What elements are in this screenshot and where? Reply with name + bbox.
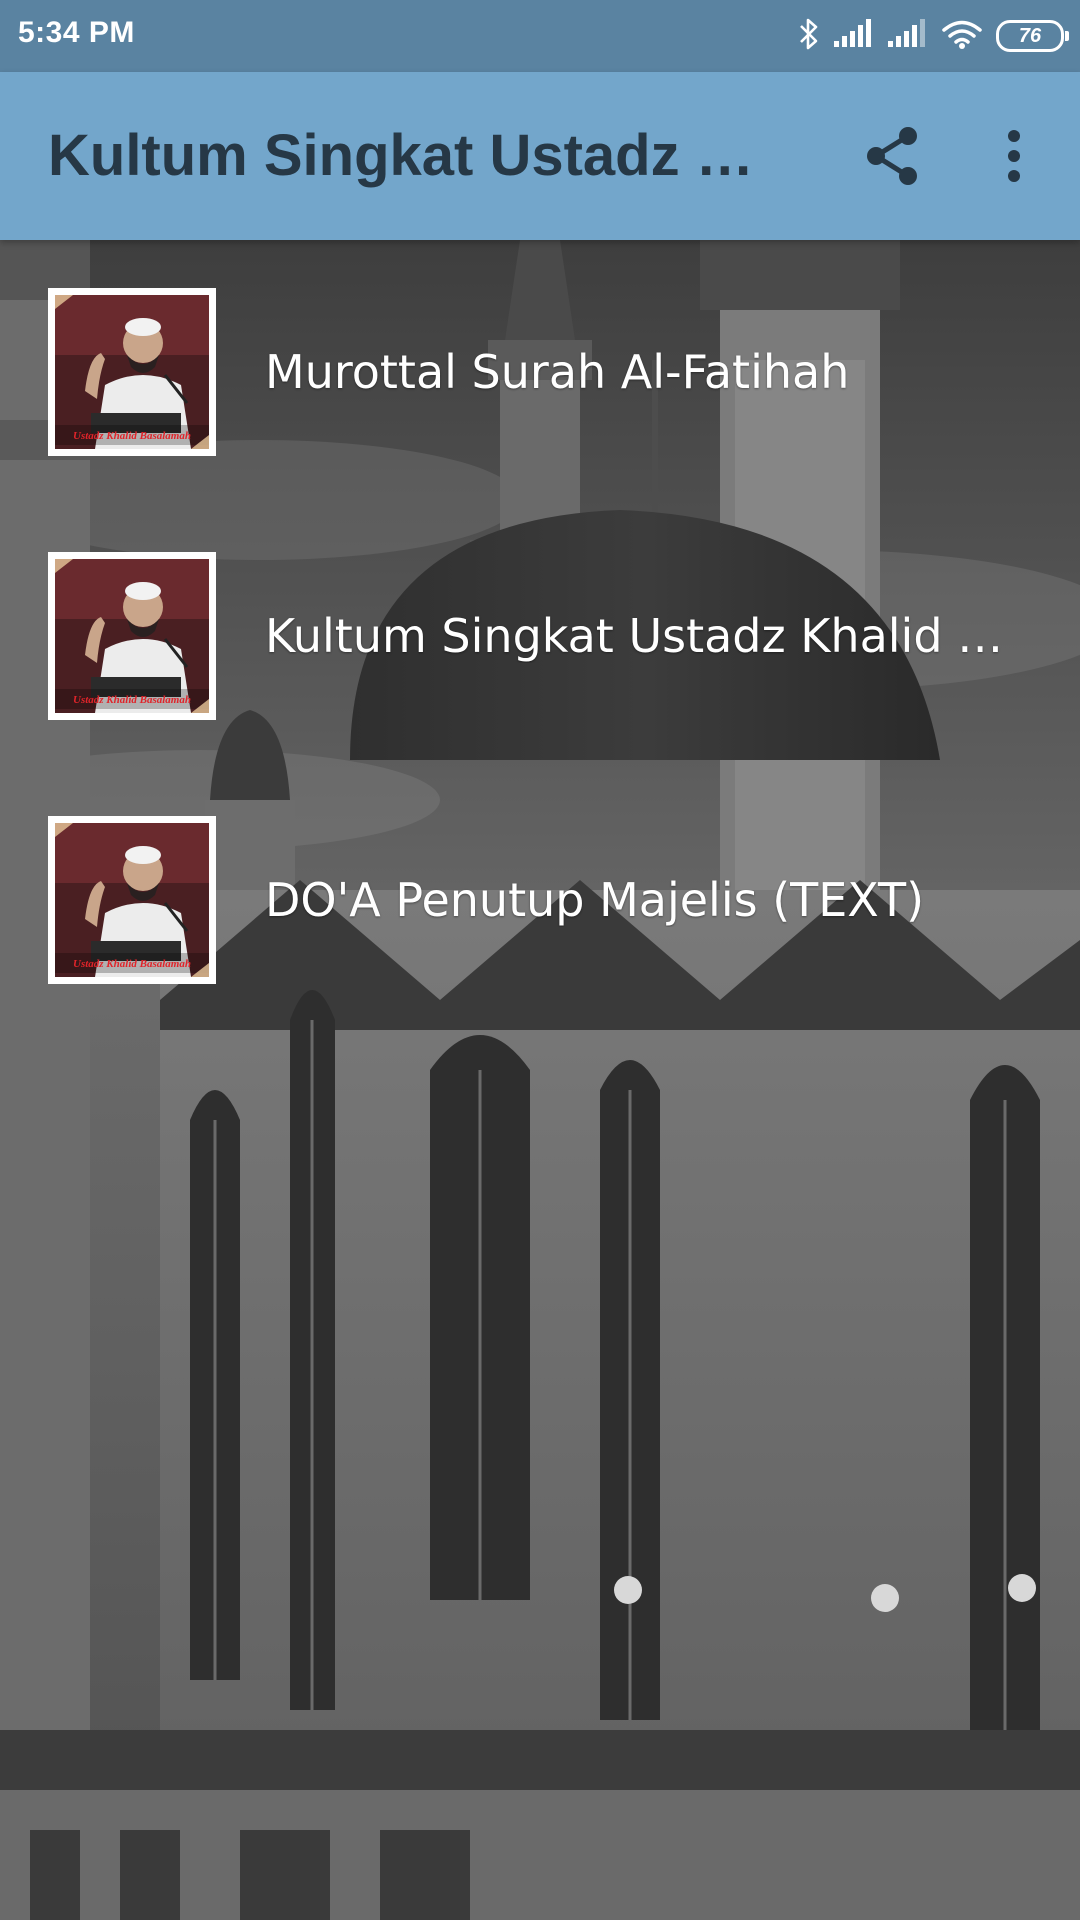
share-icon	[867, 127, 917, 185]
battery-icon: 76	[996, 20, 1069, 52]
thumbnail-caption: Ustadz Khalid Basalamah	[73, 430, 191, 442]
thumbnail-caption: Ustadz Khalid Basalamah	[73, 958, 191, 970]
bluetooth-icon	[798, 17, 820, 55]
share-button[interactable]	[852, 116, 932, 196]
list-item-label: Murottal Surah Al-Fatihah	[265, 345, 850, 399]
signal-icon	[888, 19, 928, 53]
signal-icon	[834, 19, 874, 53]
item-thumbnail: Ustadz Khalid Basalamah	[48, 816, 216, 984]
list-item[interactable]: Ustadz Khalid Basalamah DO'A Penutup Maj…	[0, 768, 1080, 1032]
list-item[interactable]: Ustadz Khalid Basalamah Murottal Surah A…	[0, 240, 1080, 504]
list-item-label: DO'A Penutup Majelis (TEXT)	[265, 873, 925, 927]
app-title: Kultum Singkat Ustadz Khalid Basalamah	[48, 123, 788, 188]
status-bar: 5:34 PM 76	[0, 0, 1080, 72]
item-thumbnail: Ustadz Khalid Basalamah	[48, 552, 216, 720]
more-vert-icon	[1008, 130, 1020, 182]
status-icons: 76	[798, 14, 1069, 58]
more-options-button[interactable]	[974, 116, 1054, 196]
list-item[interactable]: Ustadz Khalid Basalamah Kultum Singkat U…	[0, 504, 1080, 768]
thumbnail-caption: Ustadz Khalid Basalamah	[73, 694, 191, 706]
list-item-label: Kultum Singkat Ustadz Khalid Basalamah	[265, 609, 1025, 663]
app-screen: 5:34 PM 76 Kultum Singkat Ustadz Kh Usta…	[0, 0, 1080, 1920]
status-time: 5:34 PM	[18, 16, 135, 49]
app-bar: Kultum Singkat Ustadz Khalid Basalamah	[0, 72, 1080, 240]
content-list: Ustadz Khalid Basalamah Murottal Surah A…	[0, 240, 1080, 1032]
battery-level: 76	[1018, 24, 1042, 47]
item-thumbnail: Ustadz Khalid Basalamah	[48, 288, 216, 456]
wifi-icon	[942, 19, 982, 53]
